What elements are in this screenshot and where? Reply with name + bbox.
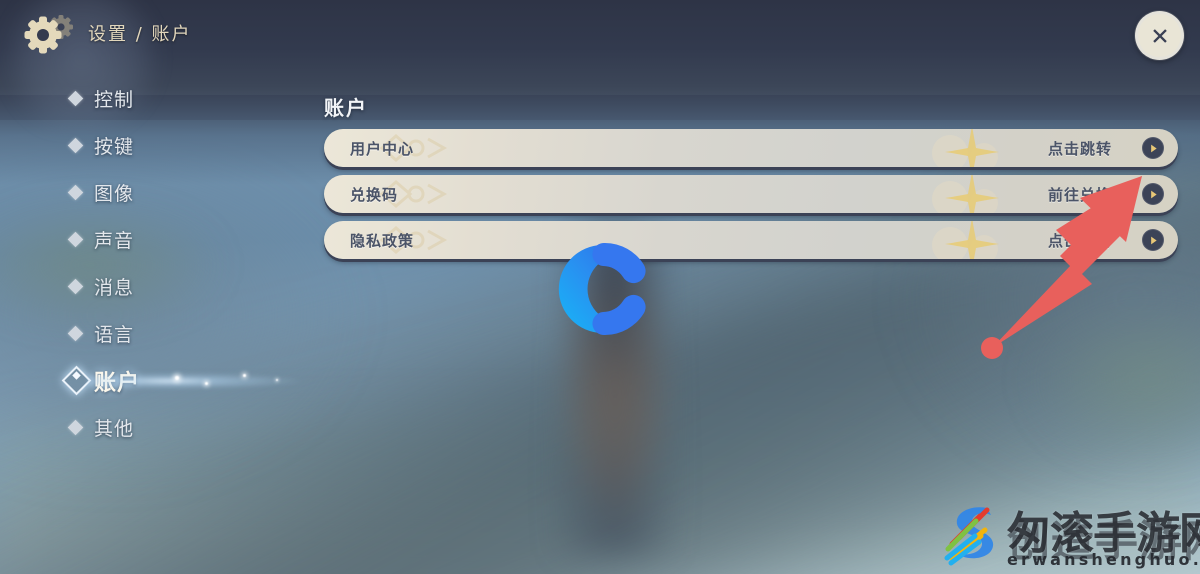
go-button[interactable] <box>1142 137 1164 159</box>
row-sparkle-decoration <box>932 129 999 167</box>
chevron-right-icon <box>1150 236 1157 244</box>
diamond-bullet-icon <box>67 231 84 248</box>
diamond-bullet-icon <box>67 325 84 342</box>
chevron-right-icon <box>1150 144 1157 152</box>
diamond-bullet-icon <box>67 278 84 295</box>
chevron-right-icon <box>1150 190 1157 198</box>
list-item-redeem-code[interactable]: 兑换码 前往兑换 <box>324 175 1178 213</box>
sidebar-item-other[interactable]: 其他 <box>0 415 270 440</box>
list-item-action-label: 点击跳转 <box>1047 231 1112 250</box>
close-icon <box>1152 28 1167 43</box>
list-item-privacy-policy[interactable]: 隐私政策 点击跳转 <box>324 221 1178 259</box>
sidebar-item-label: 账户 <box>94 370 141 396</box>
list-item-action-label: 前往兑换 <box>1047 185 1112 204</box>
background-character <box>545 225 685 555</box>
sidebar-item-language[interactable]: 语言 <box>0 321 270 346</box>
breadcrumb: 设置 / 账户 <box>88 24 192 45</box>
list-item-user-center[interactable]: 用户中心 点击跳转 <box>324 129 1178 167</box>
sidebar-item-label: 图像 <box>94 183 135 205</box>
sidebar-item-graphics[interactable]: 图像 <box>0 180 270 205</box>
sidebar-item-label: 按键 <box>94 136 135 158</box>
settings-list: 用户中心 点击跳转 兑换码 前往兑换 隐私政策 点击跳转 <box>324 129 1178 267</box>
sidebar-item-control[interactable]: 控制 <box>0 86 270 111</box>
sidebar-item-label: 声音 <box>94 230 135 252</box>
sidebar: 控制 按键 图像 声音 消息 语言 账户 其他 <box>0 86 303 462</box>
sidebar-item-audio[interactable]: 声音 <box>0 227 270 252</box>
background-right-foliage <box>1030 300 1200 460</box>
go-button[interactable] <box>1142 229 1164 251</box>
sidebar-item-label: 消息 <box>94 277 135 299</box>
diamond-bullet-icon <box>67 137 84 154</box>
diamond-bullet-icon <box>67 184 84 201</box>
sidebar-item-label: 语言 <box>94 324 135 346</box>
row-sparkle-decoration <box>932 221 999 259</box>
sparkle-icon <box>243 374 246 377</box>
header-bar: 设置 / 账户 <box>0 0 1200 66</box>
diamond-bullet-icon <box>67 419 84 436</box>
page-title: 账户 <box>324 96 368 120</box>
sidebar-item-account[interactable]: 账户 <box>0 365 303 396</box>
diamond-bullet-icon <box>61 365 92 396</box>
sidebar-item-label: 控制 <box>94 89 135 111</box>
sidebar-item-messages[interactable]: 消息 <box>0 274 270 299</box>
list-item-label: 兑换码 <box>350 185 399 204</box>
list-item-label: 用户中心 <box>350 139 415 158</box>
row-sparkle-decoration <box>932 175 999 213</box>
list-item-action-label: 点击跳转 <box>1047 139 1112 158</box>
sparkle-icon <box>205 382 208 385</box>
list-item-label: 隐私政策 <box>350 231 415 250</box>
diamond-bullet-icon <box>67 90 84 107</box>
gear-icon <box>14 10 76 56</box>
close-button[interactable] <box>1135 11 1184 60</box>
sidebar-item-label: 其他 <box>94 418 135 440</box>
sidebar-item-keys[interactable]: 按键 <box>0 133 270 158</box>
go-button[interactable] <box>1142 183 1164 205</box>
settings-screen: 设置 / 账户 控制 按键 图像 声音 消息 语言 账户 其他 账户 用户中心 … <box>0 0 1200 574</box>
sparkle-icon <box>175 376 179 380</box>
